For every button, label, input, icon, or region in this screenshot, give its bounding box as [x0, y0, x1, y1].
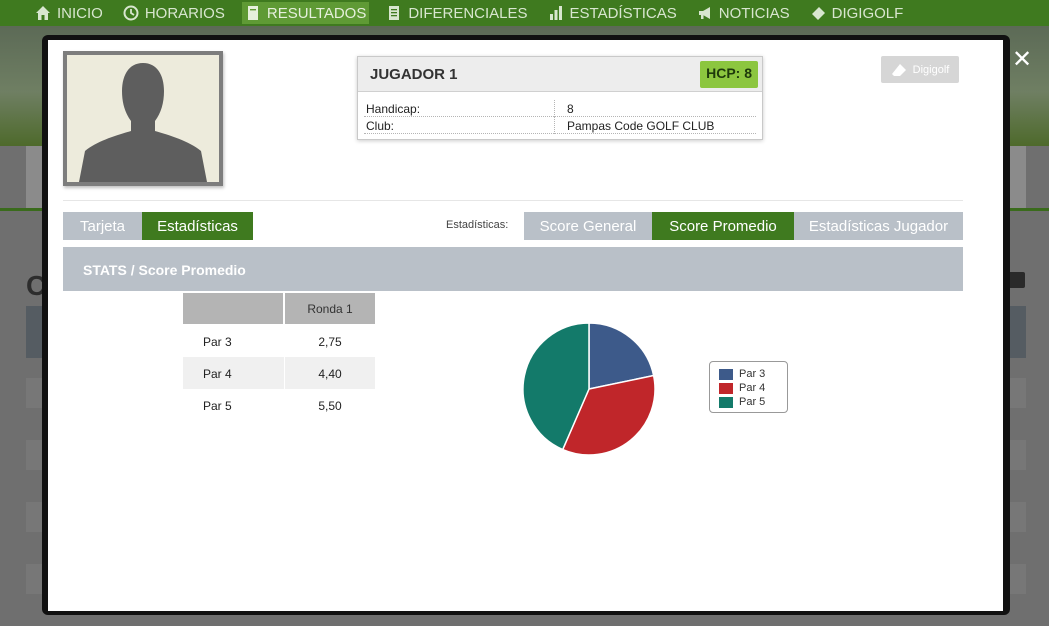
hcp-badge: HCP: 8	[700, 61, 758, 88]
header-divider	[63, 200, 963, 201]
row-value: 4,40	[318, 367, 342, 381]
tab-score-general[interactable]: Score General	[524, 212, 652, 240]
nav-item-label: NOTICIAS	[718, 4, 790, 22]
list-icon	[389, 6, 400, 20]
stats-prefix-label: Estadísticas:	[446, 219, 509, 231]
club-label: Club:	[366, 119, 395, 133]
tab-tarjeta[interactable]: Tarjeta	[63, 212, 142, 240]
pie-chart	[522, 322, 656, 456]
handicap-value: 8	[567, 102, 574, 116]
legend-item: Par 5	[719, 395, 787, 409]
chart-legend: Par 3 Par 4 Par 5	[709, 361, 788, 413]
row-value: 5,50	[318, 399, 342, 413]
player-card: JUGADOR 1 HCP: 8 Handicap: 8 Club: Pampa…	[357, 56, 763, 140]
main-nav: INICIO HORARIOS RESULTADOS DIFERENCIALES…	[0, 0, 1049, 26]
table-row: Par 4 4,40	[183, 357, 375, 389]
eraser-icon	[811, 7, 825, 20]
row-label: Par 3	[203, 335, 232, 349]
clock-icon	[123, 5, 139, 21]
legend-item: Par 4	[719, 381, 787, 395]
nav-item-label: DIFERENCIALES	[408, 4, 528, 22]
nav-item-diferenciales[interactable]: DIFERENCIALES	[383, 2, 530, 24]
nav-item-label: HORARIOS	[144, 4, 225, 22]
handicap-label: Handicap:	[366, 102, 421, 116]
nav-item-noticias[interactable]: NOTICIAS	[694, 2, 793, 24]
person-silhouette-icon	[79, 63, 207, 182]
club-row: Club: Pampas Code GOLF CLUB	[364, 117, 756, 134]
cell-separator	[554, 117, 555, 134]
legend-swatch	[719, 368, 733, 380]
tab-estadisticas-jugador[interactable]: Estadísticas Jugador	[794, 212, 963, 240]
handicap-row: Handicap: 8	[364, 100, 756, 117]
legend-item: Par 3	[719, 367, 787, 381]
section-title: STATS / Score Promedio	[83, 262, 246, 278]
legend-swatch	[719, 396, 733, 408]
nav-item-label: ESTADÍSTICAS	[569, 4, 677, 22]
nav-item-label: DIGIGOLF	[831, 4, 904, 22]
home-icon	[36, 6, 50, 20]
tab-score-promedio[interactable]: Score Promedio	[652, 212, 794, 240]
nav-item-horarios[interactable]: HORARIOS	[120, 2, 228, 24]
avatar	[63, 51, 223, 186]
legend-swatch	[719, 382, 733, 394]
nav-item-digigolf[interactable]: DIGIGOLF	[807, 2, 907, 24]
tab-estadisticas[interactable]: Estadísticas	[142, 212, 253, 240]
row-label: Par 5	[203, 399, 232, 413]
player-name: JUGADOR 1	[370, 66, 458, 83]
nav-item-resultados[interactable]: RESULTADOS	[241, 2, 370, 24]
player-card-header: JUGADOR 1 HCP: 8	[358, 57, 762, 92]
nav-item-label: RESULTADOS	[266, 4, 367, 22]
table-row: Par 3 2,75	[183, 325, 375, 357]
nav-item-label: INICIO	[57, 4, 103, 22]
table-column-header: Ronda 1	[285, 293, 375, 324]
legend-label: Par 4	[739, 382, 766, 394]
row-value: 2,75	[318, 335, 342, 349]
bar-chart-icon	[549, 6, 562, 20]
megaphone-icon	[698, 7, 710, 19]
nav-item-estadisticas[interactable]: ESTADÍSTICAS	[545, 2, 680, 24]
table-header-empty-cell	[183, 293, 283, 324]
digigolf-button[interactable]: Digigolf	[881, 56, 959, 83]
close-button[interactable]: ✕	[1009, 47, 1035, 73]
eraser-icon	[891, 63, 906, 76]
section-header: STATS / Score Promedio	[63, 247, 963, 291]
row-label: Par 4	[203, 367, 232, 381]
cell-separator	[554, 100, 555, 117]
digigolf-label: Digigolf	[912, 63, 950, 76]
document-icon	[247, 6, 258, 20]
nav-item-inicio[interactable]: INICIO	[32, 2, 106, 24]
club-value: Pampas Code GOLF CLUB	[567, 119, 715, 133]
legend-label: Par 5	[739, 396, 766, 408]
table-row: Par 5 5,50	[183, 389, 375, 421]
legend-label: Par 3	[739, 368, 766, 380]
